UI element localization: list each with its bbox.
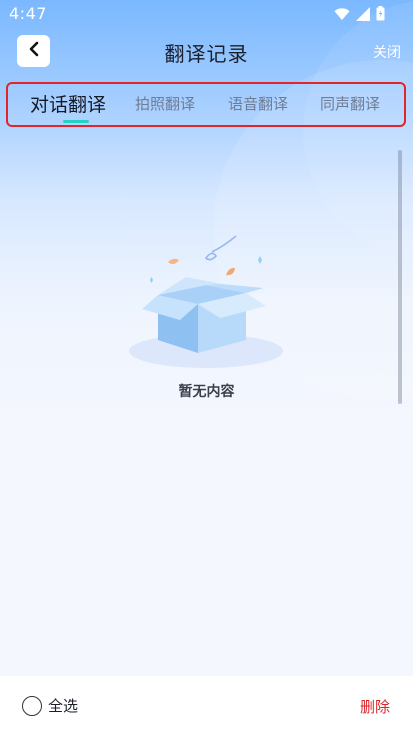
tab-photo-translation[interactable]: 拍照翻译: [135, 93, 195, 114]
battery-icon: [376, 6, 385, 25]
close-button[interactable]: 关闭: [373, 42, 401, 62]
header: 翻译记录 关闭: [0, 28, 413, 74]
status-bar: 4:47: [0, 0, 413, 28]
tab-voice-translation[interactable]: 语音翻译: [228, 93, 288, 114]
status-time: 4:47: [9, 4, 47, 23]
tab-simultaneous-translation[interactable]: 同声翻译: [320, 93, 380, 114]
status-icons: [334, 6, 385, 25]
active-tab-indicator: [63, 120, 89, 123]
translation-history-screen: 4:47 翻译记录 关闭 对话翻译 拍照翻译 语音翻译 同声翻译 暂无内容 全选…: [0, 0, 413, 734]
delete-button[interactable]: 删除: [360, 696, 390, 717]
empty-state-text: 暂无内容: [178, 384, 235, 400]
tab-dialogue-translation[interactable]: 对话翻译: [30, 90, 106, 117]
select-all-label: 全选: [48, 697, 79, 715]
select-all-control[interactable]: 全选: [22, 695, 78, 716]
wifi-icon: [334, 6, 350, 25]
bottom-action-bar: 全选 删除: [0, 676, 413, 734]
select-all-radio[interactable]: [22, 695, 42, 716]
empty-box-icon: [128, 230, 288, 370]
page-title: 翻译记录: [164, 42, 249, 66]
signal-icon: [356, 6, 370, 25]
tab-bar: 对话翻译 拍照翻译 语音翻译 同声翻译: [6, 82, 406, 127]
scrollbar[interactable]: [398, 150, 402, 404]
